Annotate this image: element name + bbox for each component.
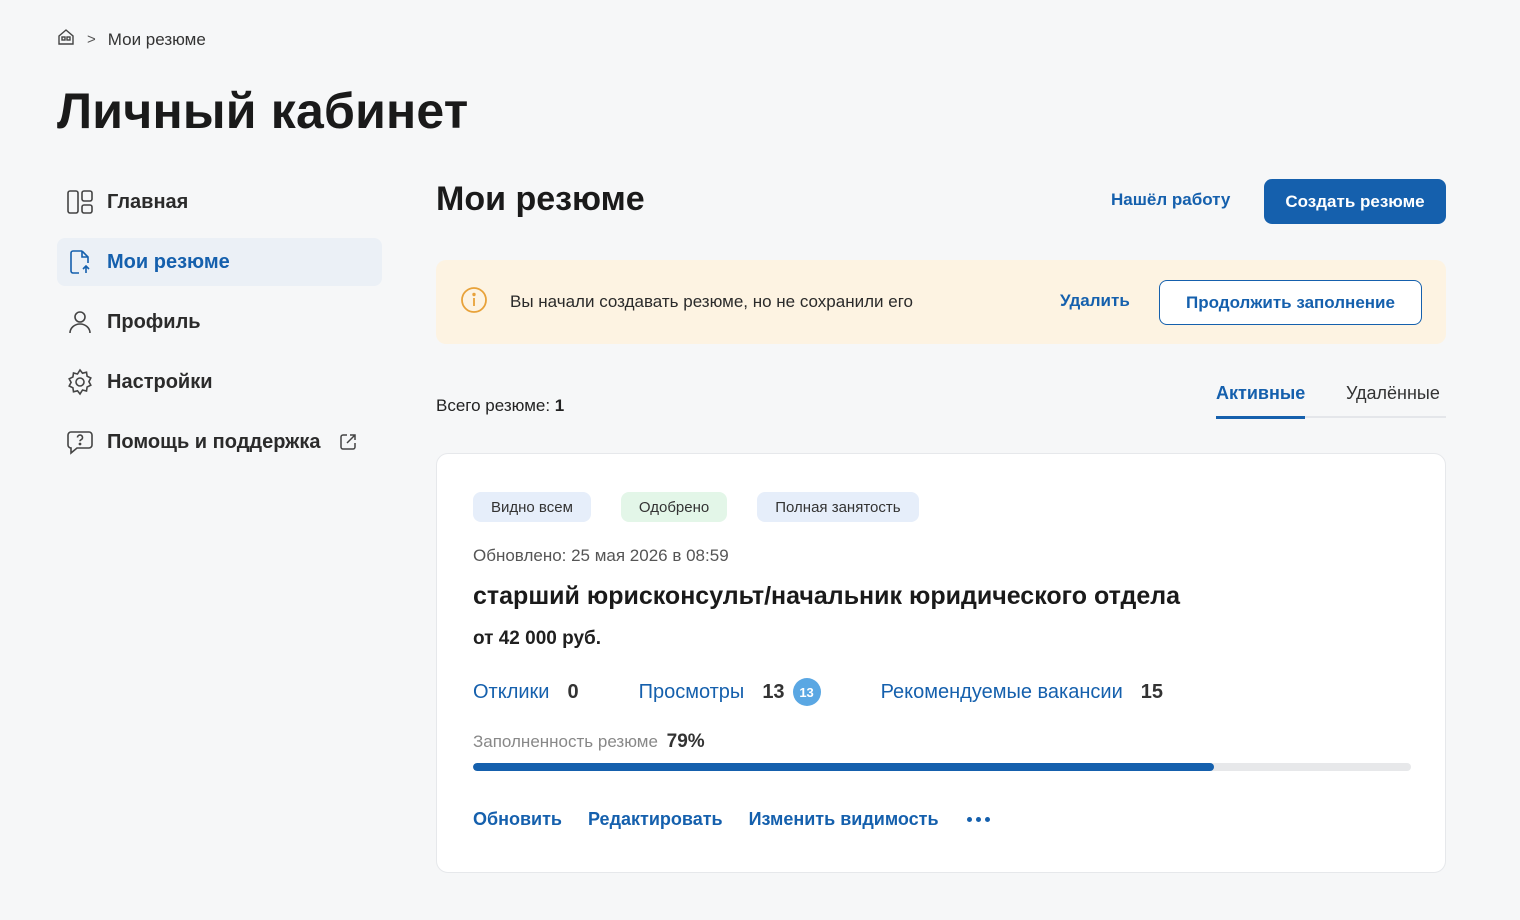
resume-stats: Отклики 0 Просмотры 13 13 Рекомендуемые … — [473, 678, 1223, 706]
resume-tabs: Активные Удалённые — [1216, 380, 1446, 419]
sidebar: Главная Мои резюме Профиль Настройки Пом… — [57, 178, 382, 478]
gear-icon — [65, 367, 95, 397]
views-count: 13 — [762, 680, 785, 703]
help-chat-icon — [65, 427, 95, 457]
user-icon — [65, 307, 95, 337]
responses-label: Отклики — [473, 680, 550, 703]
badge-list: Видно всем Одобрено Полная занятость — [473, 492, 919, 522]
page-title: Личный кабинет — [57, 83, 469, 139]
sidebar-item-resumes[interactable]: Мои резюме — [57, 238, 382, 286]
sidebar-item-label: Профиль — [107, 310, 201, 333]
home-icon[interactable] — [57, 28, 75, 51]
visibility-badge: Видно всем — [473, 492, 591, 522]
employment-badge: Полная занятость — [757, 492, 919, 522]
tab-active[interactable]: Активные — [1216, 383, 1306, 419]
resume-title[interactable]: старший юрисконсульт/начальник юридическ… — [473, 582, 1180, 611]
create-resume-button[interactable]: Создать резюме — [1264, 179, 1446, 224]
recommended-count: 15 — [1140, 680, 1164, 703]
sidebar-item-label: Помощь и поддержка — [107, 430, 321, 453]
completeness-value: 79% — [666, 731, 705, 752]
external-link-icon — [338, 432, 358, 452]
completeness-text: Заполненность резюме — [473, 732, 658, 751]
sidebar-item-label: Мои резюме — [107, 250, 230, 273]
updated-date: Обновлено: 25 мая 2026 в 08:59 — [473, 546, 729, 565]
breadcrumb: > Мои резюме — [57, 28, 206, 51]
recommended-label: Рекомендуемые вакансии — [880, 680, 1123, 703]
dashboard-icon — [65, 187, 95, 217]
responses-count: 0 — [567, 680, 579, 703]
continue-filling-button[interactable]: Продолжить заполнение — [1159, 280, 1422, 325]
found-job-button[interactable]: Нашёл работу — [1111, 190, 1230, 210]
completeness-label: Заполненность резюме 79% — [473, 731, 705, 753]
more-icon[interactable] — [966, 817, 990, 822]
sidebar-item-help[interactable]: Помощь и поддержка — [57, 418, 382, 466]
responses-stat[interactable]: Отклики 0 — [473, 681, 579, 704]
breadcrumb-current: Мои резюме — [107, 29, 206, 49]
resume-total-label: Всего резюме: — [436, 396, 551, 415]
tab-deleted[interactable]: Удалённые — [1346, 383, 1440, 404]
sidebar-item-main[interactable]: Главная — [57, 178, 382, 226]
resume-total-value: 1 — [554, 396, 565, 415]
info-icon — [460, 286, 488, 319]
notice-text: Вы начали создавать резюме, но не сохран… — [510, 292, 913, 311]
sidebar-item-label: Главная — [107, 190, 189, 213]
resume-card: Видно всем Одобрено Полная занятость Обн… — [436, 453, 1446, 873]
document-upload-icon — [65, 247, 95, 277]
views-label: Просмотры — [638, 680, 745, 703]
breadcrumb-separator: > — [87, 31, 96, 48]
recommended-stat[interactable]: Рекомендуемые вакансии 15 — [881, 681, 1163, 704]
resume-total: Всего резюме: 1 — [436, 396, 564, 416]
sidebar-item-settings[interactable]: Настройки — [57, 358, 382, 406]
section-title: Мои резюме — [436, 180, 645, 218]
edit-button[interactable]: Редактировать — [588, 809, 723, 830]
views-stat[interactable]: Просмотры 13 13 — [639, 678, 821, 706]
update-button[interactable]: Обновить — [473, 809, 562, 830]
sidebar-item-label: Настройки — [107, 370, 213, 393]
completeness-progress — [473, 763, 1411, 771]
status-badge: Одобрено — [620, 492, 728, 522]
change-visibility-button[interactable]: Изменить видимость — [749, 809, 939, 830]
completeness-progress-fill — [473, 763, 1215, 771]
delete-draft-button[interactable]: Удалить — [1060, 291, 1130, 311]
resume-salary: от 42 000 руб. — [473, 628, 602, 649]
sidebar-item-profile[interactable]: Профиль — [57, 298, 382, 346]
unsaved-notice: Вы начали создавать резюме, но не сохран… — [436, 260, 1446, 344]
views-new-badge: 13 — [792, 678, 821, 706]
resume-actions: Обновить Редактировать Изменить видимост… — [473, 809, 990, 830]
